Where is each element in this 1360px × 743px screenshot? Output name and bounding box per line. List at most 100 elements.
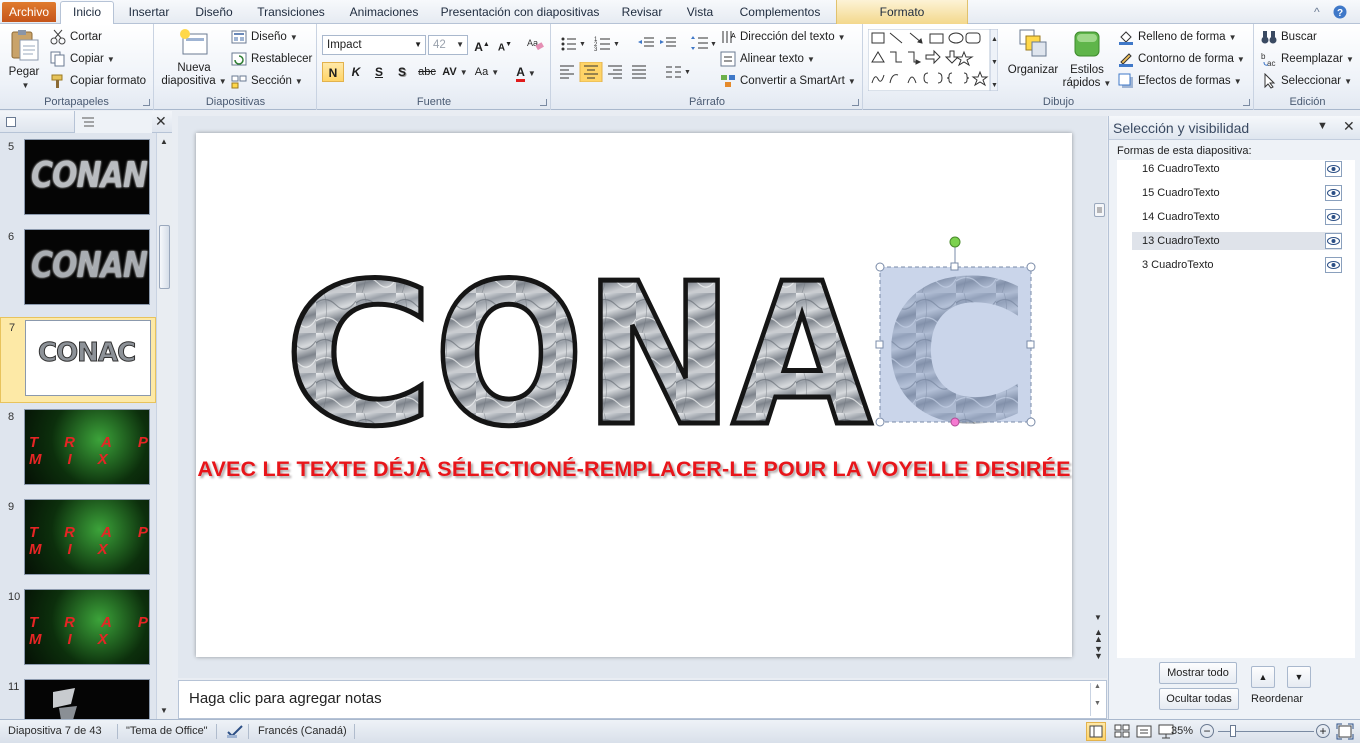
scroll-up-icon[interactable]: ▲ — [160, 137, 168, 146]
move-up-icon[interactable]: ▲ — [1251, 666, 1275, 688]
tab-addins[interactable]: Complementos — [734, 4, 826, 24]
help-icon[interactable]: ^ ? — [1312, 4, 1352, 20]
slide-thumbnail-6[interactable]: 6 CONAN — [0, 227, 156, 313]
wordart-letter-o[interactable]: O — [432, 240, 587, 473]
bold-button[interactable]: N — [322, 62, 344, 82]
strikethrough-button[interactable]: abc — [416, 62, 438, 82]
notes-pane[interactable]: Haga clic para agregar notas ▲ ▼ — [178, 680, 1107, 719]
change-case-button[interactable]: Aa ▼ — [474, 62, 500, 82]
zoom-slider-thumb[interactable] — [1230, 725, 1236, 737]
dialog-launcher-icon[interactable] — [852, 99, 859, 106]
shrink-font-button[interactable]: A▼ — [494, 35, 516, 55]
eye-icon[interactable] — [1325, 233, 1342, 249]
show-all-button[interactable]: Mostrar todo — [1159, 662, 1239, 684]
cut-button[interactable]: Cortar — [50, 27, 102, 47]
scroll-thumb[interactable] — [1094, 203, 1105, 217]
tab-file[interactable]: Archivo — [2, 2, 56, 22]
fit-to-window-icon[interactable] — [1336, 723, 1354, 740]
slide-thumbnail-10[interactable]: 10 TRAP MIX — [0, 587, 156, 673]
grow-font-button[interactable]: A▲ — [471, 35, 493, 55]
find-button[interactable]: Buscar — [1261, 27, 1317, 47]
wordart-letter-c[interactable]: C — [282, 240, 437, 473]
quick-styles-button[interactable]: Estilos rápidos ▼ — [1060, 28, 1114, 90]
slide-scrollbar[interactable]: ▼ ▲ ▲ ▼ ▼ — [1090, 133, 1107, 663]
dialog-launcher-icon[interactable] — [1243, 99, 1250, 106]
new-slide-button[interactable]: Nueva diapositiva ▼ — [161, 28, 227, 88]
theme-name[interactable]: "Tema de Office" — [126, 725, 208, 737]
zoom-in-icon[interactable]: + — [1316, 724, 1330, 738]
pane-options-icon[interactable]: ▼ — [1317, 120, 1328, 132]
tab-review[interactable]: Revisar — [614, 4, 670, 24]
scroll-down-icon[interactable]: ▼ — [160, 706, 168, 715]
smartart-button[interactable]: Convertir a SmartArt ▼ — [720, 71, 856, 91]
shape-effects-button[interactable]: Efectos de formas ▼ — [1118, 71, 1242, 91]
notes-scrollbar[interactable]: ▲ ▼ — [1090, 683, 1104, 716]
reading-view-icon[interactable] — [1136, 724, 1152, 739]
format-painter-button[interactable]: Copiar formato — [50, 71, 146, 91]
shape-outline-button[interactable]: Contorno de forma ▼ — [1118, 49, 1245, 69]
tab-insert[interactable]: Insertar — [122, 4, 176, 24]
align-text-button[interactable]: Alinear texto ▼ — [720, 49, 815, 69]
slide-canvas[interactable]: C O N A C AVEC LE TEXTE DÉJÀ SÉLECTIONÉ-… — [196, 133, 1072, 657]
font-name-combo[interactable]: Impact ▼ — [322, 35, 426, 55]
tab-view[interactable]: Vista — [680, 4, 720, 24]
move-down-icon[interactable]: ▼ — [1287, 666, 1311, 688]
scroll-up-icon[interactable]: ▲ — [1091, 683, 1104, 690]
wordart-letter-n[interactable]: N — [582, 240, 737, 473]
select-button[interactable]: Seleccionar ▼ — [1261, 71, 1352, 91]
zoom-out-icon[interactable]: − — [1200, 724, 1214, 738]
scroll-down-icon[interactable]: ▼ — [1094, 613, 1102, 622]
shape-fill-button[interactable]: Relleno de forma ▼ — [1118, 27, 1237, 47]
shape-row[interactable]: 14 CuadroTexto — [1132, 208, 1342, 226]
tab-slideshow[interactable]: Presentación con diapositivas — [438, 4, 602, 24]
paste-button[interactable]: Pegar ▼ — [4, 28, 44, 92]
spellcheck-icon[interactable] — [226, 724, 244, 739]
font-size-combo[interactable]: 42 ▼ — [428, 35, 468, 55]
tab-transitions[interactable]: Transiciones — [252, 4, 330, 24]
slide-thumbnail-9[interactable]: 9 TRAP MIX — [0, 497, 156, 583]
shape-row[interactable]: 3 CuadroTexto — [1132, 256, 1342, 274]
language-indicator[interactable]: Francés (Canadá) — [258, 725, 347, 737]
eye-icon[interactable] — [1325, 185, 1342, 201]
copy-button[interactable]: Copiar ▼ — [50, 49, 115, 69]
eye-icon[interactable] — [1325, 257, 1342, 273]
slides-tab-icon[interactable] — [6, 117, 16, 127]
tab-format[interactable]: Formato — [836, 0, 968, 24]
zoom-level[interactable]: 35% — [1171, 725, 1193, 737]
slide-sorter-icon[interactable] — [1114, 724, 1130, 739]
shapes-gallery[interactable]: ▲ ▼ ▼ — [868, 29, 998, 91]
eye-icon[interactable] — [1325, 161, 1342, 177]
shadow-button[interactable]: S — [391, 62, 413, 82]
tab-animations[interactable]: Animaciones — [340, 4, 428, 24]
dialog-launcher-icon[interactable] — [540, 99, 547, 106]
tab-home[interactable]: Inicio — [60, 1, 114, 25]
section-button[interactable]: Sección ▼ — [231, 71, 303, 91]
italic-button[interactable]: K — [345, 62, 367, 82]
rotation-handle[interactable] — [949, 236, 961, 248]
underline-button[interactable]: S — [368, 62, 390, 82]
slide-thumbnail-11[interactable]: 11 — [0, 677, 156, 719]
shape-row[interactable]: 15 CuadroTexto — [1132, 184, 1342, 202]
adjust-handle[interactable] — [950, 417, 960, 427]
shape-row[interactable]: 16 CuadroTexto — [1132, 160, 1342, 178]
normal-view-button[interactable] — [1086, 722, 1106, 741]
previous-slide-icon[interactable]: ▲ ▲ — [1094, 628, 1103, 644]
next-slide-icon[interactable]: ▼ ▼ — [1094, 645, 1103, 661]
slide-thumbnail-5[interactable]: 5 CONAN — [0, 137, 156, 223]
text-direction-button[interactable]: A Dirección del texto ▼ — [720, 27, 846, 47]
replace-button[interactable]: b ac Reemplazar ▼ — [1261, 49, 1354, 69]
list-buttons[interactable]: ▼ 123▼ ▼ — [558, 34, 718, 54]
alignment-buttons[interactable]: ▼ — [558, 62, 718, 82]
scroll-thumb[interactable] — [159, 225, 170, 289]
close-icon[interactable]: ✕ — [1343, 118, 1355, 135]
slide-thumbnail-7[interactable]: 7 CONAC — [0, 317, 156, 403]
shape-row-selected[interactable]: 13 CuadroTexto — [1132, 232, 1342, 250]
tab-design[interactable]: Diseño — [186, 4, 242, 24]
font-color-button[interactable]: A ▼ — [512, 62, 540, 82]
hide-all-button[interactable]: Ocultar todas — [1159, 688, 1239, 710]
slides-pane-scrollbar[interactable]: ▲ ▼ — [156, 133, 172, 719]
scroll-down-icon[interactable]: ▼ — [1091, 700, 1104, 707]
slide-thumbnail-8[interactable]: 8 TRAP MIX — [0, 407, 156, 493]
reset-button[interactable]: Restablecer — [231, 49, 312, 69]
instruction-text[interactable]: AVEC LE TEXTE DÉJÀ SÉLECTIONÉ-REMPLACER-… — [196, 457, 1072, 482]
